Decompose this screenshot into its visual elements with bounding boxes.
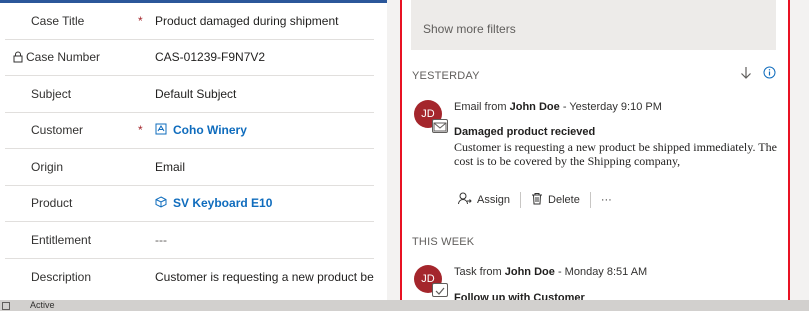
field-subject[interactable]: Subject Default Subject <box>5 76 374 113</box>
item-subject: Damaged product recieved <box>454 126 596 138</box>
item-author[interactable]: John Doe <box>505 266 555 278</box>
group-heading-yesterday: YESTERDAY <box>412 70 480 82</box>
show-more-filters-button[interactable]: Show more filters <box>411 0 776 50</box>
field-label: Case Title <box>31 13 85 28</box>
info-icon[interactable] <box>763 66 776 84</box>
delete-button[interactable]: Delete <box>525 192 586 208</box>
field-label: Case Number <box>26 50 101 65</box>
case-number-value: CAS-01239-F9N7V2 <box>155 50 266 65</box>
group-heading-this-week: THIS WEEK <box>412 236 475 248</box>
field-origin[interactable]: Origin Email <box>5 149 374 186</box>
item-time: Yesterday 9:10 PM <box>569 101 662 113</box>
assign-label: Assign <box>477 194 511 206</box>
field-label: Product <box>31 196 73 211</box>
case-screen: Case Title * Product damaged during ship… <box>0 0 809 311</box>
divider <box>520 192 522 208</box>
divider <box>589 192 591 208</box>
product-link[interactable]: SV Keyboard E10 <box>173 196 272 210</box>
field-label: Description <box>31 269 92 284</box>
required-marker: * <box>138 13 143 28</box>
case-form: Case Title * Product damaged during ship… <box>0 0 387 300</box>
filters-label: Show more filters <box>423 22 516 36</box>
assign-person-icon <box>458 192 472 208</box>
description-value[interactable]: Customer is requesting a new product be <box>155 259 374 296</box>
account-icon <box>155 123 167 138</box>
item-type: Email from <box>454 101 507 113</box>
email-icon <box>432 119 448 133</box>
delete-label: Delete <box>548 194 580 206</box>
trash-icon <box>531 192 543 208</box>
field-label-wrap: Case Number <box>13 40 100 76</box>
item-actions: Assign Delete ··· <box>452 190 618 210</box>
field-case-title[interactable]: Case Title * Product damaged during ship… <box>5 3 374 40</box>
field-label: Entitlement <box>31 232 92 247</box>
customer-link[interactable]: Coho Winery <box>173 123 247 137</box>
required-marker: * <box>138 123 143 138</box>
item-dash: - <box>557 266 562 278</box>
status-bar: Active <box>0 300 809 311</box>
item-meta: Task from John Doe - Monday 8:51 AM <box>454 266 647 278</box>
more-icon: ··· <box>600 194 612 206</box>
field-product[interactable]: Product SV Keyboard E10 <box>5 186 374 222</box>
item-type: Task from <box>454 266 502 278</box>
item-dash: - <box>562 101 567 113</box>
item-body: Customer is requesting a new product be … <box>454 140 777 168</box>
subject-value[interactable]: Default Subject <box>155 76 236 112</box>
status-label: Active <box>30 300 55 310</box>
field-label: Customer <box>31 123 84 138</box>
assign-button[interactable]: Assign <box>452 192 516 208</box>
entitlement-value[interactable]: --- <box>155 222 167 258</box>
field-customer[interactable]: Customer * Coho Winery <box>5 113 374 149</box>
customer-lookup[interactable]: Coho Winery <box>155 113 247 149</box>
field-description[interactable]: Description Customer is requesting a new… <box>5 259 374 296</box>
product-lookup[interactable]: SV Keyboard E10 <box>155 186 272 222</box>
sort-arrow-down-icon[interactable] <box>740 66 752 85</box>
product-cube-icon <box>155 196 167 211</box>
item-meta: Email from John Doe - Yesterday 9:10 PM <box>454 101 662 113</box>
case-title-value[interactable]: Product damaged during shipment <box>155 3 338 39</box>
more-options-button[interactable]: ··· <box>595 194 618 206</box>
timeline-panel: Show more filters YESTERDAY JD Email fro… <box>400 0 790 306</box>
item-time: Monday 8:51 AM <box>564 266 648 278</box>
field-entitlement[interactable]: Entitlement --- <box>5 222 374 259</box>
field-case-number: Case Number CAS-01239-F9N7V2 <box>5 40 374 76</box>
field-label: Origin <box>31 159 64 174</box>
status-expand-icon[interactable] <box>2 302 10 310</box>
field-label: Subject <box>31 86 72 101</box>
item-author[interactable]: John Doe <box>510 101 560 113</box>
origin-value[interactable]: Email <box>155 149 185 185</box>
lock-icon <box>13 51 23 63</box>
task-checkbox-icon <box>432 283 448 297</box>
